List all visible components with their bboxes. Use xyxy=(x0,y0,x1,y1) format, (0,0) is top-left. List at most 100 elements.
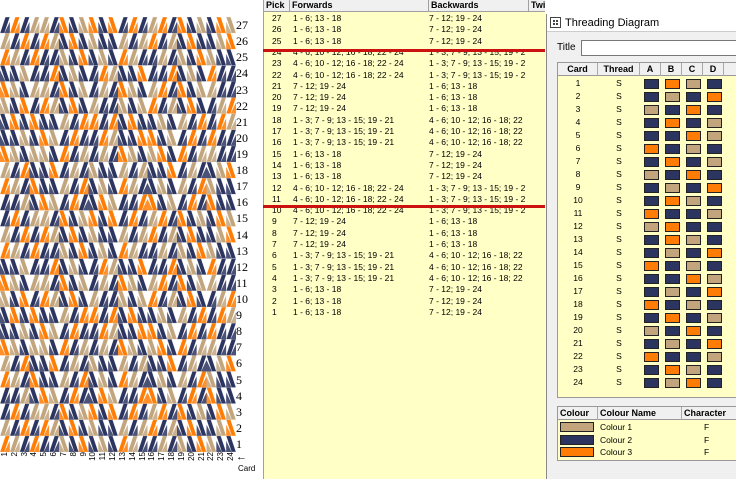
hole-a-colour-swatch[interactable] xyxy=(644,300,659,310)
thread-direction[interactable]: S xyxy=(598,116,640,129)
threading-card-row[interactable]: 7S xyxy=(558,155,736,168)
hole-a-column-header[interactable]: A xyxy=(640,63,661,76)
pick-row[interactable]: 2 1 - 6; 13 - 18 7 - 12; 19 - 24 xyxy=(264,296,545,307)
hole-d-colour-swatch[interactable] xyxy=(707,326,722,336)
hole-d-colour-swatch[interactable] xyxy=(707,287,722,297)
hole-a-colour-swatch[interactable] xyxy=(644,79,659,89)
hole-c-colour-swatch[interactable] xyxy=(686,261,701,271)
pick-row[interactable]: 27 1 - 6; 13 - 18 7 - 12; 19 - 24 xyxy=(264,13,545,24)
hole-b-colour-swatch[interactable] xyxy=(665,196,680,206)
pick-row[interactable]: 4 1 - 3; 7 - 9; 13 - 15; 19 - 21 4 - 6; 10… xyxy=(264,273,545,284)
thread-direction[interactable]: S xyxy=(598,194,640,207)
threading-card-row[interactable]: 8S xyxy=(558,168,736,181)
thread-direction[interactable]: S xyxy=(598,142,640,155)
hole-a-colour-swatch[interactable] xyxy=(644,183,659,193)
threading-card-row[interactable]: 16 S xyxy=(558,272,736,285)
pick-row[interactable]: 7 7 - 12; 19 - 24 1 - 6; 13 - 18 xyxy=(264,239,545,250)
thread-direction[interactable]: S xyxy=(598,259,640,272)
threading-card-row[interactable]: 17 S xyxy=(558,285,736,298)
threading-card-row[interactable]: 10 S xyxy=(558,194,736,207)
thread-direction[interactable]: S xyxy=(598,207,640,220)
hole-c-colour-swatch[interactable] xyxy=(686,79,701,89)
hole-b-colour-swatch[interactable] xyxy=(665,352,680,362)
hole-c-colour-swatch[interactable] xyxy=(686,339,701,349)
thread-direction[interactable]: S xyxy=(598,363,640,376)
hole-a-colour-swatch[interactable] xyxy=(644,326,659,336)
hole-b-colour-swatch[interactable] xyxy=(665,209,680,219)
hole-a-colour-swatch[interactable] xyxy=(644,365,659,375)
pick-row[interactable]: 15 1 - 6; 13 - 18 7 - 12; 19 - 24 xyxy=(264,149,545,160)
pick-row[interactable]: 19 7 - 12; 19 - 24 1 - 6; 13 - 18 xyxy=(264,103,545,114)
colour-name-column-header[interactable]: Colour Name xyxy=(598,407,682,420)
pick-row[interactable]: 6 1 - 3; 7 - 9; 13 - 15; 19 - 21 4 - 6; 10… xyxy=(264,250,545,261)
thread-direction[interactable]: S xyxy=(598,168,640,181)
pick-row[interactable]: 14 1 - 6; 13 - 18 7 - 12; 19 - 24 xyxy=(264,160,545,171)
hole-a-colour-swatch[interactable] xyxy=(644,378,659,388)
colour-swatch[interactable] xyxy=(560,434,594,445)
threading-card-row[interactable]: 24 S xyxy=(558,376,736,389)
hole-b-colour-swatch[interactable] xyxy=(665,222,680,232)
hole-a-colour-swatch[interactable] xyxy=(644,339,659,349)
hole-c-colour-swatch[interactable] xyxy=(686,196,701,206)
colour-list-row[interactable]: Colour 3 F xyxy=(558,446,736,458)
hole-a-colour-swatch[interactable] xyxy=(644,118,659,128)
thread-direction[interactable]: S xyxy=(598,181,640,194)
pick-row[interactable]: 26 1 - 6; 13 - 18 7 - 12; 19 - 24 xyxy=(264,24,545,35)
colour-list-row[interactable]: Colour 1 F xyxy=(558,421,736,433)
hole-b-colour-swatch[interactable] xyxy=(665,235,680,245)
colour-column-header[interactable]: Colour xyxy=(558,407,598,420)
hole-d-colour-swatch[interactable] xyxy=(707,183,722,193)
hole-b-column-header[interactable]: B xyxy=(661,63,682,76)
hole-b-colour-swatch[interactable] xyxy=(665,339,680,349)
hole-d-colour-swatch[interactable] xyxy=(707,300,722,310)
hole-d-colour-swatch[interactable] xyxy=(707,365,722,375)
pick-row[interactable]: 3 1 - 6; 13 - 18 7 - 12; 19 - 24 xyxy=(264,284,545,295)
threading-card-row[interactable]: 11 S xyxy=(558,207,736,220)
threading-card-row[interactable]: 9S xyxy=(558,181,736,194)
thread-direction[interactable]: S xyxy=(598,90,640,103)
hole-b-colour-swatch[interactable] xyxy=(665,287,680,297)
pick-column-header[interactable]: Pick xyxy=(264,0,290,12)
forwards-column-header[interactable]: Forwards xyxy=(290,0,429,12)
hole-d-colour-swatch[interactable] xyxy=(707,196,722,206)
hole-a-colour-swatch[interactable] xyxy=(644,209,659,219)
hole-d-colour-swatch[interactable] xyxy=(707,144,722,154)
hole-b-colour-swatch[interactable] xyxy=(665,144,680,154)
hole-d-colour-swatch[interactable] xyxy=(707,313,722,323)
hole-c-colour-swatch[interactable] xyxy=(686,105,701,115)
hole-d-colour-swatch[interactable] xyxy=(707,222,722,232)
hole-d-colour-swatch[interactable] xyxy=(707,118,722,128)
hole-d-colour-swatch[interactable] xyxy=(707,157,722,167)
threading-card-row[interactable]: 23 S xyxy=(558,363,736,376)
hole-b-colour-swatch[interactable] xyxy=(665,378,680,388)
hole-b-colour-swatch[interactable] xyxy=(665,92,680,102)
hole-c-colour-swatch[interactable] xyxy=(686,157,701,167)
thread-direction[interactable]: S xyxy=(598,337,640,350)
pick-row[interactable]: 1 1 - 6; 13 - 18 7 - 12; 19 - 24 xyxy=(264,307,545,318)
pick-row[interactable]: 12 4 - 6; 10 - 12; 16 - 18; 22 - 24 1 - 3;… xyxy=(264,183,545,194)
hole-d-colour-swatch[interactable] xyxy=(707,352,722,362)
hole-c-colour-swatch[interactable] xyxy=(686,378,701,388)
hole-d-colour-swatch[interactable] xyxy=(707,274,722,284)
hole-d-column-header[interactable]: D xyxy=(703,63,724,76)
hole-b-colour-swatch[interactable] xyxy=(665,274,680,284)
threading-card-row[interactable]: 6S xyxy=(558,142,736,155)
title-input[interactable] xyxy=(581,40,736,56)
hole-a-colour-swatch[interactable] xyxy=(644,248,659,258)
threading-card-row[interactable]: 2S xyxy=(558,90,736,103)
threading-card-row[interactable]: 12 S xyxy=(558,220,736,233)
hole-b-colour-swatch[interactable] xyxy=(665,170,680,180)
pick-row[interactable]: 22 4 - 6; 10 - 12; 16 - 18; 22 - 24 1 - 3;… xyxy=(264,70,545,81)
colour-swatch[interactable] xyxy=(560,447,594,457)
thread-direction[interactable]: S xyxy=(598,350,640,363)
hole-d-colour-swatch[interactable] xyxy=(707,261,722,271)
hole-b-colour-swatch[interactable] xyxy=(665,313,680,323)
hole-c-colour-swatch[interactable] xyxy=(686,326,701,336)
hole-c-colour-swatch[interactable] xyxy=(686,118,701,128)
thread-direction[interactable]: S xyxy=(598,298,640,311)
hole-d-colour-swatch[interactable] xyxy=(707,170,722,180)
thread-direction[interactable]: S xyxy=(598,155,640,168)
threading-card-row[interactable]: 21 S xyxy=(558,337,736,350)
thread-direction[interactable]: S xyxy=(598,77,640,90)
pick-row[interactable]: 18 1 - 3; 7 - 9; 13 - 15; 19 - 21 4 - 6; 1… xyxy=(264,115,545,126)
